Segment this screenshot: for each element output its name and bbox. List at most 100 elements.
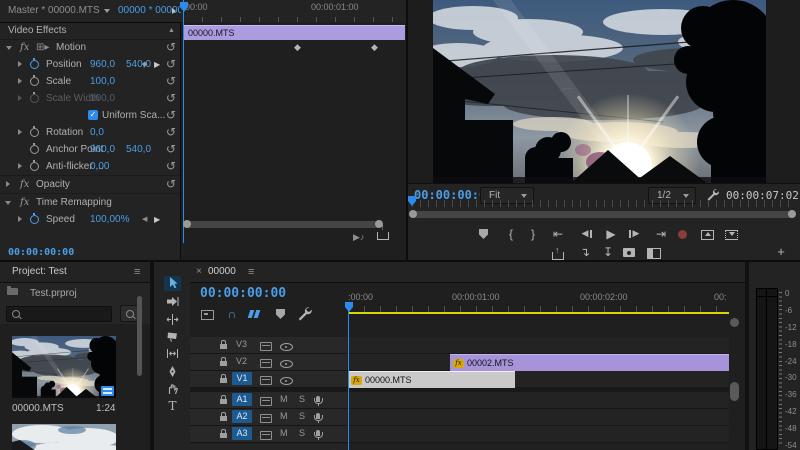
program-video-frame[interactable] (433, 0, 766, 183)
twirl-open-icon[interactable] (5, 201, 11, 205)
prev-keyframe-icon[interactable]: ◀ (142, 211, 147, 228)
opacity-effect-row[interactable]: fx Opacity ↺ (0, 176, 180, 193)
track-select-forward-tool-button[interactable] (164, 295, 181, 310)
track-lock-icon[interactable] (220, 416, 227, 421)
track-lane-a2[interactable] (347, 409, 729, 426)
keyframe-navigator[interactable]: ◆ (142, 56, 149, 73)
snap-magnet-toggle[interactable]: ∩ (223, 306, 241, 322)
stopwatch-icon[interactable] (30, 128, 39, 137)
position-x-value[interactable]: 960,0 (90, 56, 115, 73)
twirl-closed-icon[interactable] (18, 61, 22, 67)
sync-lock-icon[interactable] (260, 359, 272, 368)
stopwatch-icon[interactable] (30, 215, 39, 224)
extract-button[interactable] (720, 226, 742, 242)
track-lock-icon[interactable] (220, 344, 227, 349)
rotation-value[interactable]: 0,0 (90, 124, 104, 141)
reset-icon[interactable]: ↺ (166, 108, 176, 123)
program-scrubber-ruler[interactable] (412, 200, 792, 207)
speed-parameter-row[interactable]: Speed 100,00% ◀ ▶ (0, 211, 180, 228)
clip-thumbnail[interactable] (12, 336, 116, 398)
effect-controls-master-tab[interactable]: Master * 00000.MTS (8, 0, 100, 22)
effect-controls-ruler[interactable]: 00:00 00:00:01:00 (181, 0, 406, 22)
add-marker-button[interactable] (272, 306, 290, 322)
insert-as-nest-toggle[interactable] (198, 306, 216, 322)
go-to-in-button[interactable]: ⇤ (547, 226, 569, 242)
current-bin-label[interactable]: Test.prproj (30, 288, 77, 299)
sequence-tab[interactable]: 00000 (208, 262, 236, 282)
go-to-out-button[interactable]: ⇥ (650, 226, 672, 242)
record-button[interactable] (672, 226, 694, 242)
timeline-settings-wrench-icon[interactable] (296, 306, 314, 322)
lift-button[interactable] (696, 226, 718, 242)
panel-menu-icon[interactable]: ≡ (248, 262, 254, 282)
twirl-closed-icon[interactable] (6, 181, 10, 187)
twirl-closed-icon[interactable] (18, 78, 22, 84)
next-keyframe-icon[interactable]: ▶ (154, 211, 160, 228)
sync-lock-icon[interactable] (260, 342, 272, 351)
comparison-view-button[interactable] (643, 244, 665, 260)
twirl-closed-icon[interactable] (18, 129, 22, 135)
razor-tool-button[interactable] (164, 330, 181, 345)
overwrite-button[interactable]: ↧ (597, 244, 619, 260)
stopwatch-icon[interactable] (30, 162, 39, 171)
anchor-y-value[interactable]: 540,0 (126, 141, 151, 158)
mark-in-button[interactable]: { (500, 226, 522, 242)
clip-name-label[interactable]: 00000.MTS (12, 403, 64, 414)
track-output-eye-icon[interactable] (280, 343, 293, 351)
reset-icon[interactable]: ↺ (166, 159, 176, 174)
chevron-down-icon[interactable] (104, 9, 110, 13)
collapse-section-icon[interactable]: ▲ (168, 22, 175, 39)
solo-button[interactable]: S (299, 394, 305, 404)
track-lock-icon[interactable] (220, 433, 227, 438)
export-frame-share-button[interactable] (547, 244, 569, 260)
mute-button[interactable]: M (280, 411, 288, 421)
sync-lock-icon[interactable] (260, 431, 272, 440)
step-back-button[interactable]: ◀ (574, 226, 596, 242)
step-forward-button[interactable]: ▶ (625, 226, 647, 242)
insert-button[interactable]: ↴ (574, 244, 596, 260)
track-lane-v3[interactable] (347, 337, 729, 354)
ripple-edit-tool-button[interactable] (164, 313, 181, 328)
track-target-a2[interactable]: A2 (232, 410, 252, 423)
next-keyframe-icon[interactable]: ▶ (154, 56, 160, 73)
reset-icon[interactable]: ↺ (166, 57, 176, 72)
hand-tool-button[interactable] (164, 382, 181, 397)
selection-tool-button[interactable] (164, 276, 181, 291)
track-lock-icon[interactable] (220, 399, 227, 404)
slip-tool-button[interactable] (164, 347, 181, 362)
clip-thumbnail[interactable] (12, 424, 116, 450)
voiceover-mic-icon[interactable] (316, 413, 320, 419)
solo-button[interactable]: S (299, 428, 305, 438)
track-target-a1[interactable]: A1 (232, 393, 252, 406)
voiceover-mic-icon[interactable] (316, 396, 320, 402)
effect-controls-h-scrollbar[interactable] (185, 221, 381, 228)
twirl-closed-icon[interactable] (18, 216, 22, 222)
video-effects-section-header[interactable]: Video Effects ▲ (0, 22, 180, 39)
track-target-a3[interactable]: A3 (232, 427, 252, 440)
master-expand-icon[interactable]: ⇔ (330, 445, 339, 450)
solo-button[interactable]: S (299, 411, 305, 421)
twirl-closed-icon[interactable] (18, 163, 22, 169)
stopwatch-icon[interactable] (30, 145, 39, 154)
project-v-scrollbar[interactable] (137, 296, 142, 376)
speed-value[interactable]: 100,00% (90, 211, 129, 228)
pen-tool-button[interactable] (164, 365, 181, 380)
effect-controls-timecode[interactable]: 00:00:00:00 (8, 247, 74, 258)
reset-icon[interactable]: ↺ (166, 142, 176, 157)
scale-value[interactable]: 100,0 (90, 73, 115, 90)
uniform-scale-checkbox[interactable]: ✓ (88, 110, 98, 120)
button-editor-plus-button[interactable]: + (770, 244, 792, 260)
sync-lock-icon[interactable] (260, 376, 272, 385)
anti-flicker-value[interactable]: 0,00 (90, 158, 109, 175)
toggle-timeline-view-icon[interactable] (172, 8, 176, 14)
track-output-eye-icon[interactable] (280, 360, 293, 368)
twirl-open-icon[interactable] (6, 46, 12, 50)
mute-button[interactable]: M (280, 428, 288, 438)
mute-button[interactable]: M (280, 394, 288, 404)
program-h-scrollbar[interactable] (411, 211, 794, 218)
stopwatch-icon[interactable] (30, 77, 39, 86)
linked-selection-toggle[interactable] (246, 306, 264, 322)
track-lock-icon[interactable] (220, 361, 227, 366)
export-icon[interactable] (377, 232, 389, 240)
track-target-v1[interactable]: V1 (232, 372, 252, 385)
